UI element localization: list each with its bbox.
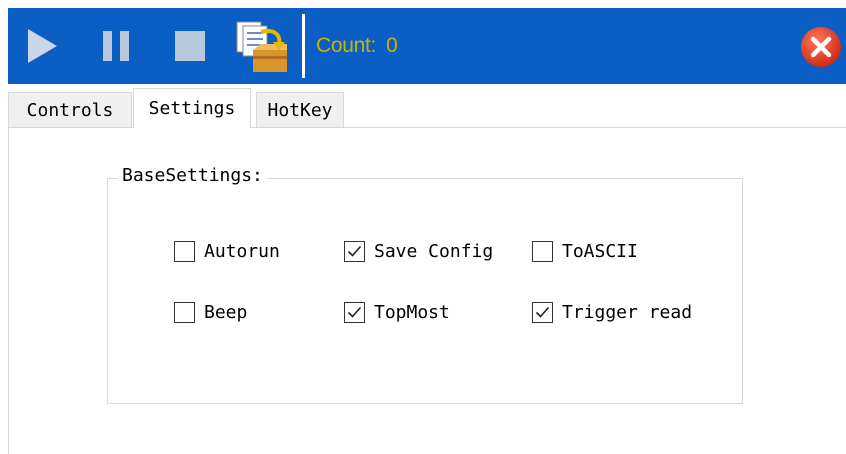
export-folder-icon [236, 21, 287, 72]
save-config-checkbox[interactable]: Save Config [344, 241, 493, 262]
checkbox-box[interactable] [532, 302, 553, 323]
tab-controls[interactable]: Controls [8, 92, 132, 127]
checkbox-label: Beep [204, 302, 248, 323]
tab-hotkey-label: HotKey [267, 99, 333, 121]
checkbox-box[interactable] [344, 241, 365, 262]
group-title: BaseSettings: [118, 163, 267, 189]
beep-checkbox[interactable]: Beep [174, 302, 247, 323]
topmost-checkbox[interactable]: TopMost [344, 302, 450, 323]
count-value: 0 [386, 34, 398, 57]
checkbox-box[interactable] [174, 241, 195, 262]
autorun-checkbox[interactable]: Autorun [174, 241, 280, 262]
play-icon [28, 29, 57, 63]
toolbar: Count: 0 [8, 8, 846, 84]
count-display: Count: 0 [316, 8, 398, 84]
tab-settings[interactable]: Settings [133, 88, 251, 128]
tab-strip: Controls Settings HotKey [8, 84, 846, 128]
checkmark-icon [347, 306, 362, 318]
checkbox-box[interactable] [532, 241, 553, 262]
checkbox-label: Trigger read [562, 302, 693, 323]
checkbox-label: Save Config [374, 241, 494, 262]
checkmark-icon [347, 245, 362, 257]
checkmark-icon [535, 306, 550, 318]
toascii-checkbox[interactable]: ToASCII [532, 241, 638, 262]
tab-hotkey[interactable]: HotKey [256, 92, 344, 127]
checkbox-label: ToASCII [562, 241, 638, 262]
checkbox-label: Autorun [204, 241, 280, 262]
tab-settings-label: Settings [148, 98, 236, 119]
checkbox-box[interactable] [174, 302, 195, 323]
count-label: Count: [316, 34, 377, 57]
close-button[interactable] [800, 26, 842, 68]
close-icon [801, 27, 841, 67]
toolbar-separator [302, 14, 305, 78]
checkbox-box[interactable] [344, 302, 365, 323]
settings-panel: BaseSettings: Autorun Save Config ToASCI… [8, 128, 846, 454]
tab-controls-label: Controls [26, 99, 114, 121]
stop-icon [175, 31, 205, 61]
checkbox-label: TopMost [374, 302, 450, 323]
export-button[interactable] [228, 8, 294, 84]
main-window: Count: 0 Controls Settings HotKey BaseSe… [0, 0, 846, 454]
trigger-read-checkbox[interactable]: Trigger read [532, 302, 692, 323]
pause-button[interactable] [94, 8, 138, 84]
base-settings-group: BaseSettings: Autorun Save Config ToASCI… [107, 163, 743, 404]
pause-icon [103, 31, 129, 61]
play-button[interactable] [22, 8, 62, 84]
stop-button[interactable] [168, 8, 212, 84]
